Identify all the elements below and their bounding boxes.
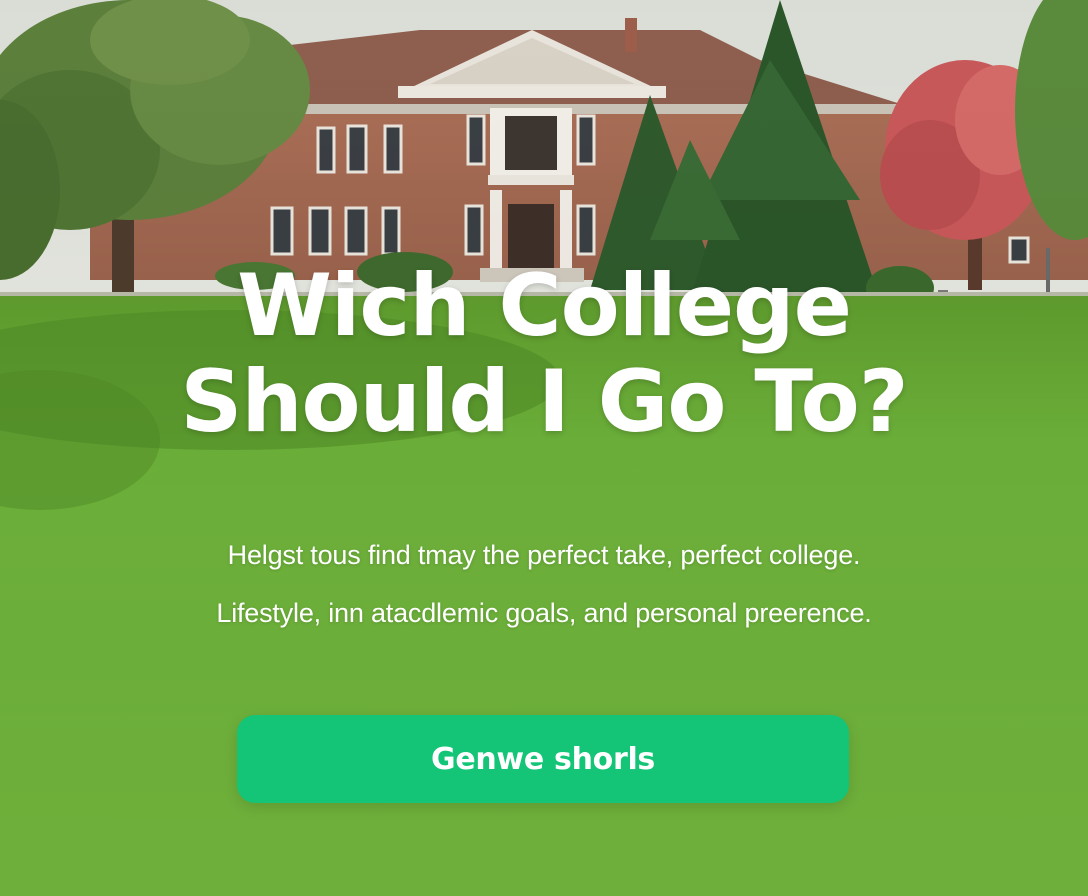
hero-title: Wich College Should I Go To? [0, 258, 1088, 450]
hero-subtitle-line-2: Lifestyle, inn atacdlemic goals, and per… [216, 598, 872, 628]
get-started-button[interactable]: Genwe shorls [237, 715, 849, 803]
hero-title-line-2: Should I Go To? [180, 352, 908, 452]
hero-title-line-1: Wich College [237, 256, 852, 356]
hero-subtitle-line-1: Helgst tous find tmay the perfect take, … [227, 540, 861, 570]
